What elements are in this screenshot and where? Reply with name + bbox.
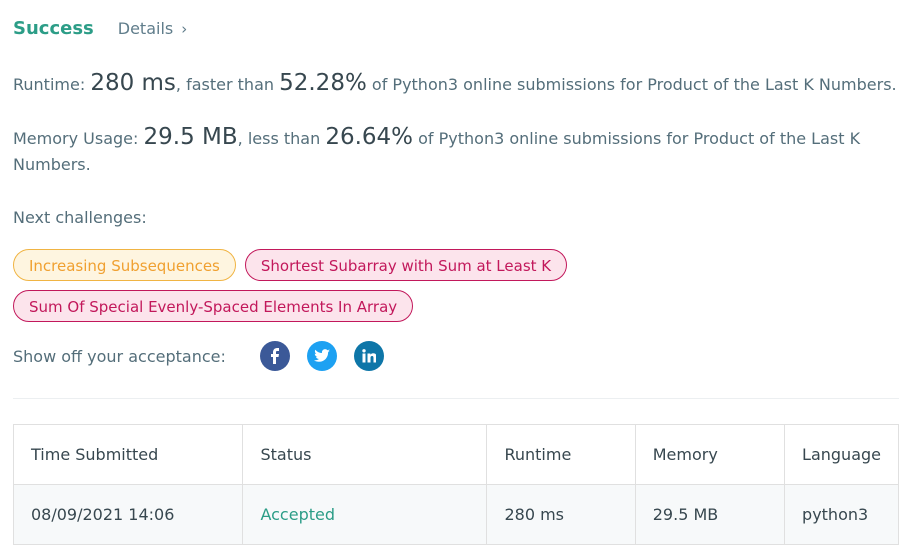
next-challenges-list: Increasing Subsequences Shortest Subarray… [13, 249, 633, 331]
runtime-mid-text: , faster than [175, 75, 275, 94]
memory-label: Memory Usage: [13, 129, 139, 148]
facebook-icon[interactable] [259, 341, 290, 371]
chevron-right-icon: › [181, 20, 188, 38]
column-header-runtime: Runtime [486, 424, 636, 485]
runtime-percent: 52.28% [279, 70, 367, 96]
cell-language: python3 [784, 484, 899, 545]
share-bar: Show off your acceptance: [13, 341, 384, 371]
memory-tail-text: of Python3 online submissions for Produc… [13, 129, 861, 174]
column-header-status: Status [242, 424, 488, 485]
twitter-icon[interactable] [306, 341, 337, 371]
runtime-value: 280 ms [90, 70, 176, 96]
table-row: 08/09/2021 14:06 Accepted 280 ms 29.5 MB… [12, 484, 899, 545]
challenge-tag-shortest-subarray[interactable]: Shortest Subarray with Sum at Least K [244, 249, 568, 281]
cell-time-submitted: 08/09/2021 14:06 [12, 484, 244, 545]
section-divider [13, 398, 899, 399]
challenge-tag-increasing-subsequences[interactable]: Increasing Subsequences [13, 249, 236, 281]
share-label: Show off your acceptance: [13, 346, 226, 366]
runtime-tail-text: of Python3 online submissions for Produc… [371, 75, 897, 94]
column-header-time-submitted: Time Submitted [12, 424, 244, 485]
cell-runtime: 280 ms [486, 484, 636, 545]
cell-status-accepted-link[interactable]: Accepted [242, 484, 488, 545]
memory-value: 29.5 MB [143, 124, 238, 150]
table-header-row: Time Submitted Status Runtime Memory Lan… [12, 424, 899, 485]
column-header-memory: Memory [634, 424, 786, 485]
column-header-language: Language [784, 424, 899, 485]
cell-memory: 29.5 MB [634, 484, 786, 545]
memory-summary: Memory Usage: 29.5 MB, less than 26.64% … [13, 124, 893, 178]
status-success-label: Success [13, 18, 94, 39]
result-header: Success Details › [13, 18, 187, 39]
submissions-table: Time Submitted Status Runtime Memory Lan… [12, 424, 899, 545]
next-challenges-label: Next challenges: [13, 208, 147, 227]
runtime-label: Runtime: [13, 75, 86, 94]
details-link[interactable]: Details › [118, 19, 187, 38]
linkedin-icon[interactable] [353, 341, 384, 371]
runtime-summary: Runtime: 280 ms, faster than 52.28% of P… [13, 70, 897, 98]
memory-mid-text: , less than [237, 129, 321, 148]
details-label: Details [117, 19, 174, 38]
memory-percent: 26.64% [325, 124, 414, 150]
challenge-tag-sum-special-evenly-spaced[interactable]: Sum Of Special Evenly-Spaced Elements In… [13, 290, 414, 322]
